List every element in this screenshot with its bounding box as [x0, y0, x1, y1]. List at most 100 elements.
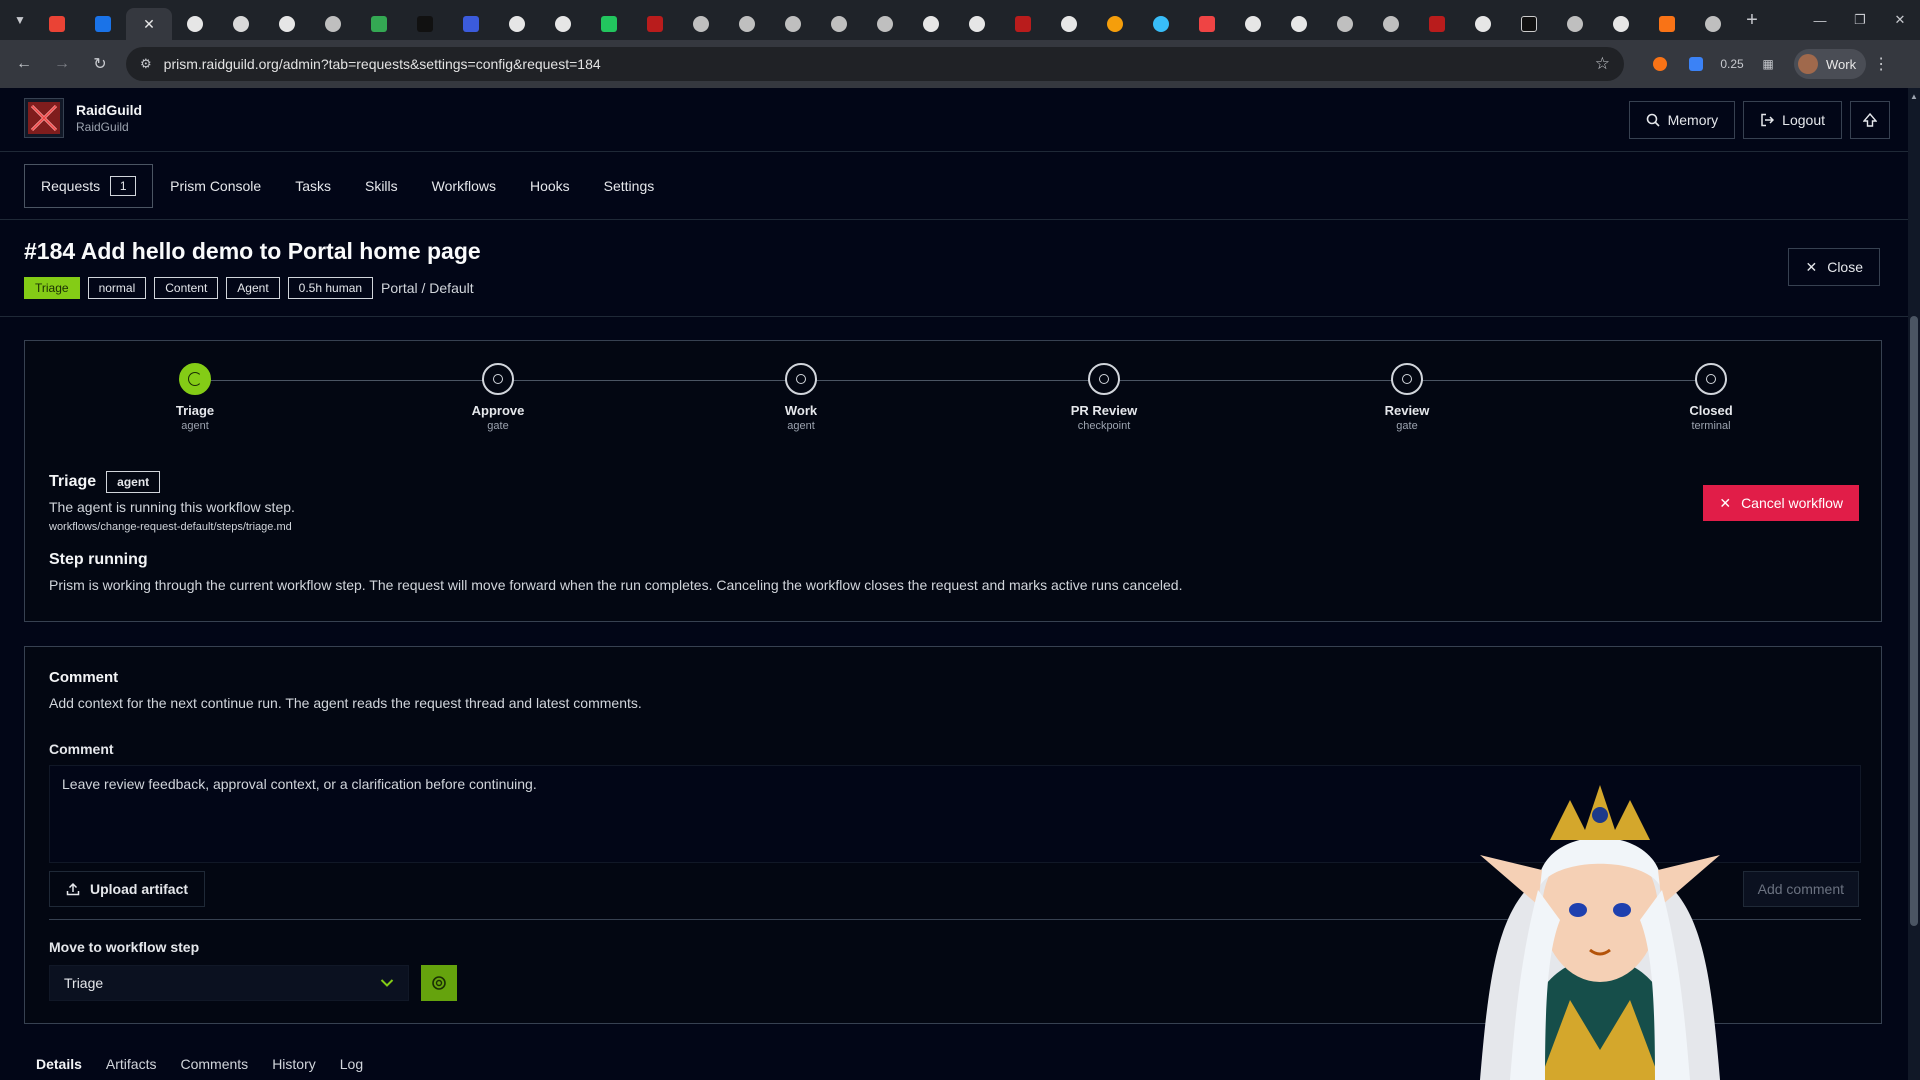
- extension-fox-icon[interactable]: [1642, 57, 1678, 71]
- globe-favicon-icon: [877, 16, 893, 32]
- close-tab-icon[interactable]: ✕: [143, 16, 155, 33]
- browser-tab[interactable]: [862, 8, 908, 40]
- browser-tab[interactable]: [816, 8, 862, 40]
- browser-tab[interactable]: [402, 8, 448, 40]
- extensions-puzzle-icon[interactable]: ▦: [1750, 57, 1786, 71]
- memory-button[interactable]: Memory: [1628, 101, 1736, 139]
- raidguild-logo[interactable]: [24, 98, 64, 138]
- browser-tab[interactable]: [586, 8, 632, 40]
- browser-tab[interactable]: [770, 8, 816, 40]
- browser-tab[interactable]: [1644, 8, 1690, 40]
- browser-tab[interactable]: [264, 8, 310, 40]
- browser-tab[interactable]: [1460, 8, 1506, 40]
- browser-tab[interactable]: [1552, 8, 1598, 40]
- browser-tab[interactable]: [1322, 8, 1368, 40]
- browser-tab[interactable]: [908, 8, 954, 40]
- github-favicon-icon: [187, 16, 203, 32]
- site-info-icon[interactable]: ⚙: [140, 56, 152, 72]
- nav-prism-console[interactable]: Prism Console: [153, 164, 278, 208]
- step-triage[interactable]: Triage agent: [115, 363, 275, 432]
- browser-tab[interactable]: [494, 8, 540, 40]
- chevron-down-icon: [380, 979, 394, 987]
- browser-tab[interactable]: [632, 8, 678, 40]
- brand: RaidGuild RaidGuild: [76, 102, 142, 134]
- bookmark-star-icon[interactable]: ☆: [1595, 54, 1610, 74]
- browser-tab[interactable]: [1092, 8, 1138, 40]
- browser-menu-icon[interactable]: ⋮: [1866, 54, 1896, 74]
- browser-tab[interactable]: [1000, 8, 1046, 40]
- browser-tab-active[interactable]: ✕: [126, 8, 172, 40]
- browser-tab[interactable]: [310, 8, 356, 40]
- step-review[interactable]: Review gate: [1327, 363, 1487, 432]
- browser-tab[interactable]: [724, 8, 770, 40]
- step-work[interactable]: Work agent: [721, 363, 881, 432]
- nav-workflows[interactable]: Workflows: [415, 164, 513, 208]
- step-pr-review[interactable]: PR Review checkpoint: [1024, 363, 1184, 432]
- move-step-selected: Triage: [64, 975, 104, 991]
- browser-tab[interactable]: [1368, 8, 1414, 40]
- scrollbar-thumb[interactable]: [1910, 316, 1918, 926]
- cancel-workflow-button[interactable]: ✕ Cancel workflow: [1703, 485, 1859, 521]
- browser-tab[interactable]: [34, 8, 80, 40]
- browser-tab[interactable]: [954, 8, 1000, 40]
- new-tab-button[interactable]: +: [1736, 9, 1768, 32]
- browser-tab[interactable]: [1184, 8, 1230, 40]
- browser-tab[interactable]: [356, 8, 402, 40]
- tab-log[interactable]: Log: [328, 1048, 375, 1080]
- tab-details[interactable]: Details: [24, 1048, 94, 1080]
- step-closed[interactable]: Closed terminal: [1631, 363, 1791, 432]
- tab-search-icon[interactable]: ▼: [6, 6, 34, 34]
- nav-tasks[interactable]: Tasks: [278, 164, 348, 208]
- close-window-icon[interactable]: ✕: [1880, 0, 1920, 40]
- address-bar[interactable]: ⚙ prism.raidguild.org/admin?tab=requests…: [126, 47, 1624, 81]
- browser-tab[interactable]: [80, 8, 126, 40]
- window-controls: — ❐ ✕: [1800, 0, 1920, 40]
- browser-tab[interactable]: [1230, 8, 1276, 40]
- step-approve[interactable]: Approve gate: [418, 363, 578, 432]
- theme-toggle-button[interactable]: [1850, 101, 1890, 139]
- page-title: #184 Add hello demo to Portal home page: [24, 238, 481, 264]
- nav-settings[interactable]: Settings: [587, 164, 672, 208]
- browser-tab[interactable]: [1138, 8, 1184, 40]
- restore-icon[interactable]: ❐: [1840, 0, 1880, 40]
- nav-skills[interactable]: Skills: [348, 164, 415, 208]
- browser-tab[interactable]: [218, 8, 264, 40]
- nav-hooks[interactable]: Hooks: [513, 164, 587, 208]
- url-text[interactable]: prism.raidguild.org/admin?tab=requests&s…: [164, 56, 1595, 72]
- app-favicon-icon: [1153, 16, 1169, 32]
- browser-tab[interactable]: [1598, 8, 1644, 40]
- browser-tab[interactable]: [1414, 8, 1460, 40]
- header-actions: Memory Logout: [1628, 101, 1890, 139]
- tab-artifacts[interactable]: Artifacts: [94, 1048, 169, 1080]
- divider: [0, 316, 1908, 317]
- browser-tab[interactable]: [678, 8, 724, 40]
- logout-label: Logout: [1782, 112, 1825, 128]
- move-step-go-button[interactable]: [421, 965, 457, 1001]
- browser-tab[interactable]: [1046, 8, 1092, 40]
- vtuber-avatar-overlay: [1480, 785, 1720, 1080]
- minimize-icon[interactable]: —: [1800, 0, 1840, 40]
- back-icon[interactable]: ←: [8, 48, 40, 80]
- profile-button[interactable]: Work: [1794, 49, 1867, 79]
- upload-artifact-button[interactable]: Upload artifact: [49, 871, 206, 907]
- browser-tab[interactable]: [172, 8, 218, 40]
- close-button[interactable]: ✕ Close: [1788, 248, 1880, 286]
- forward-icon[interactable]: →: [46, 48, 78, 80]
- tab-comments[interactable]: Comments: [169, 1048, 261, 1080]
- chrome-favicon-icon: [1245, 16, 1261, 32]
- browser-tab[interactable]: [540, 8, 586, 40]
- browser-tab[interactable]: [448, 8, 494, 40]
- browser-tab[interactable]: [1506, 8, 1552, 40]
- tab-history[interactable]: History: [260, 1048, 328, 1080]
- browser-tab[interactable]: [1276, 8, 1322, 40]
- memory-label: Memory: [1667, 112, 1719, 128]
- nav-requests[interactable]: Requests 1: [24, 163, 154, 208]
- move-step-select[interactable]: Triage: [49, 965, 409, 1001]
- logout-button[interactable]: Logout: [1743, 101, 1842, 139]
- github-favicon-icon: [279, 16, 295, 32]
- extension-counter[interactable]: 0.25: [1714, 57, 1750, 71]
- browser-tab[interactable]: [1690, 8, 1736, 40]
- reload-icon[interactable]: ↻: [84, 48, 116, 80]
- extension-puzzle-blue-icon[interactable]: [1678, 57, 1714, 71]
- scroll-up-icon[interactable]: ▲: [1910, 92, 1918, 101]
